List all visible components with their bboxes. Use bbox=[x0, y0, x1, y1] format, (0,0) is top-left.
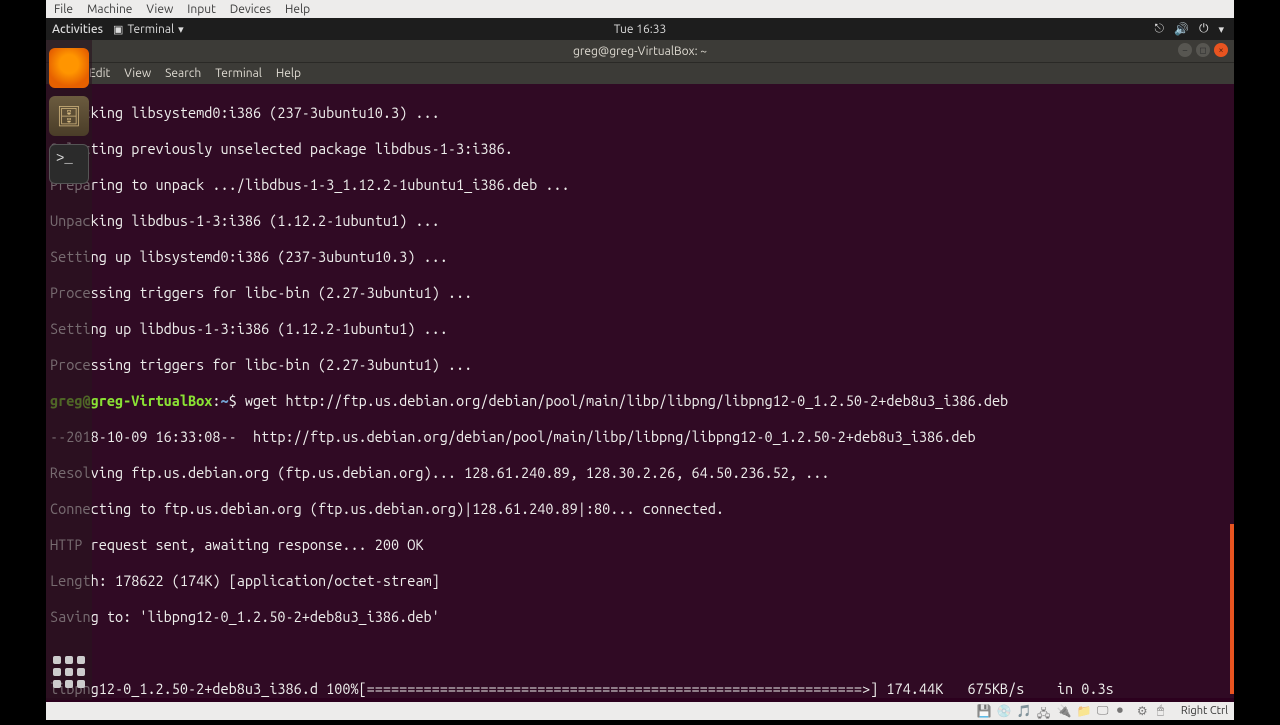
vbox-menu-file[interactable]: File bbox=[54, 3, 73, 16]
dock-files-icon[interactable]: 🗄 bbox=[49, 96, 89, 136]
term-menu-terminal[interactable]: Terminal bbox=[215, 67, 262, 80]
scrollbar[interactable] bbox=[1230, 524, 1234, 694]
host-key-label: Right Ctrl bbox=[1181, 705, 1228, 717]
vbox-shared-icon[interactable]: 📁 bbox=[1077, 704, 1091, 718]
prompt-line: greg@greg-VirtualBox:~$ wget http://ftp.… bbox=[50, 392, 1230, 410]
close-button[interactable]: × bbox=[1214, 43, 1228, 57]
activities-button[interactable]: Activities bbox=[52, 23, 103, 36]
clock[interactable]: Tue 16:33 bbox=[614, 23, 667, 36]
chevron-down-icon[interactable]: ▾ bbox=[1218, 23, 1224, 36]
vbox-disk-icon[interactable]: 💾 bbox=[977, 704, 991, 718]
vbox-display-icon[interactable]: 🖵 bbox=[1097, 704, 1111, 718]
vbox-recording-icon[interactable]: ⏺ bbox=[1117, 704, 1131, 718]
volume-icon[interactable]: 🔊 bbox=[1174, 22, 1189, 36]
window-title: greg@greg-VirtualBox: ~ bbox=[573, 45, 707, 58]
vbox-optical-icon[interactable]: 💿 bbox=[997, 704, 1011, 718]
vbox-menu-help[interactable]: Help bbox=[285, 3, 310, 16]
terminal-icon: ▣ bbox=[113, 23, 123, 36]
output-line: Processing triggers for libc-bin (2.27-3… bbox=[50, 356, 1230, 374]
output-line: Saving to: 'libpng12-0_1.2.50-2+deb8u3_i… bbox=[50, 608, 1230, 626]
chevron-down-icon: ▾ bbox=[178, 23, 184, 36]
output-line: Setting up libsystemd0:i386 (237-3ubuntu… bbox=[50, 248, 1230, 266]
vbox-cpu-icon[interactable]: ⚙ bbox=[1137, 704, 1151, 718]
output-line: Resolving ftp.us.debian.org (ftp.us.debi… bbox=[50, 464, 1230, 482]
output-line: --2018-10-09 16:33:08-- http://ftp.us.de… bbox=[50, 428, 1230, 446]
terminal-menu-bar[interactable]: File Edit View Search Terminal Help bbox=[46, 62, 1234, 84]
vbox-menu-input[interactable]: Input bbox=[187, 3, 216, 16]
term-menu-search[interactable]: Search bbox=[165, 67, 201, 80]
output-line: Setting up libdbus-1-3:i386 (1.12.2-1ubu… bbox=[50, 320, 1230, 338]
vbox-mouse-icon[interactable]: 🖱 bbox=[1157, 704, 1171, 718]
output-line: libpng12-0_1.2.50-2+deb8u3_i386.d 100%[=… bbox=[50, 680, 1230, 698]
vbox-usb-icon[interactable]: 🔌 bbox=[1057, 704, 1071, 718]
term-menu-edit[interactable]: Edit bbox=[89, 67, 110, 80]
output-line: Length: 178622 (174K) [application/octet… bbox=[50, 572, 1230, 590]
vbox-network-icon[interactable]: 🖧 bbox=[1037, 704, 1051, 718]
vbox-menu-devices[interactable]: Devices bbox=[230, 3, 271, 16]
output-line: Unpacking libsystemd0:i386 (237-3ubuntu1… bbox=[50, 104, 1230, 122]
network-icon[interactable]: ⎋ bbox=[1155, 22, 1165, 36]
output-line: HTTP request sent, awaiting response... … bbox=[50, 536, 1230, 554]
output-line: Preparing to unpack .../libdbus-1-3_1.12… bbox=[50, 176, 1230, 194]
output-line: Unpacking libdbus-1-3:i386 (1.12.2-1ubun… bbox=[50, 212, 1230, 230]
dock-apps-button[interactable] bbox=[49, 652, 89, 692]
vbox-menu-machine[interactable]: Machine bbox=[87, 3, 132, 16]
dock-firefox-icon[interactable] bbox=[49, 48, 89, 88]
term-menu-help[interactable]: Help bbox=[276, 67, 301, 80]
minimize-button[interactable]: – bbox=[1178, 43, 1192, 57]
term-menu-view[interactable]: View bbox=[124, 67, 151, 80]
terminal-output[interactable]: Unpacking libsystemd0:i386 (237-3ubuntu1… bbox=[46, 84, 1234, 698]
virtualbox-menu-bar[interactable]: File Machine View Input Devices Help bbox=[46, 0, 1234, 18]
virtualbox-statusbar: 💾 💿 🎵 🖧 🔌 📁 🖵 ⏺ ⚙ 🖱 Right Ctrl bbox=[46, 702, 1234, 720]
power-icon[interactable]: ⏻ bbox=[1199, 22, 1209, 36]
vbox-menu-view[interactable]: View bbox=[146, 3, 173, 16]
maximize-button[interactable]: ◻ bbox=[1196, 43, 1210, 57]
vbox-audio-icon[interactable]: 🎵 bbox=[1017, 704, 1031, 718]
output-line: Connecting to ftp.us.debian.org (ftp.us.… bbox=[50, 500, 1230, 518]
window-titlebar[interactable]: greg@greg-VirtualBox: ~ – ◻ × bbox=[46, 40, 1234, 62]
dock: 🗄 bbox=[46, 40, 92, 700]
output-line bbox=[50, 644, 1230, 662]
gnome-topbar: Activities ▣ Terminal ▾ Tue 16:33 ⎋ 🔊 ⏻ … bbox=[46, 18, 1234, 40]
output-line: Processing triggers for libc-bin (2.27-3… bbox=[50, 284, 1230, 302]
output-line: Selecting previously unselected package … bbox=[50, 140, 1230, 158]
dock-terminal-icon[interactable] bbox=[49, 144, 89, 184]
app-menu-button[interactable]: ▣ Terminal ▾ bbox=[113, 23, 184, 36]
